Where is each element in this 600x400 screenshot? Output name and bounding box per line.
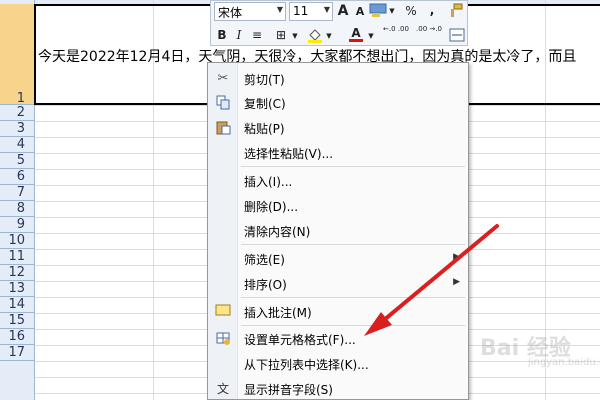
row-header[interactable]: 5 bbox=[0, 153, 34, 169]
font-color-dropdown-icon[interactable]: ▼ bbox=[367, 28, 375, 44]
align-center-icon[interactable]: ≡ bbox=[249, 27, 265, 43]
submenu-arrow-icon: ▶ bbox=[453, 252, 460, 262]
font-size-value: 11 bbox=[293, 4, 309, 18]
comma-button[interactable]: , bbox=[427, 2, 437, 18]
menu-item-paste[interactable]: 粘贴(P) bbox=[208, 118, 468, 138]
paste-icon bbox=[214, 119, 232, 137]
decrease-decimal-button[interactable]: .00 →.0 bbox=[414, 25, 444, 45]
format-cells-icon bbox=[214, 330, 232, 348]
row-header[interactable]: 4 bbox=[0, 137, 34, 153]
row-header[interactable]: 7 bbox=[0, 185, 34, 201]
menu-item-format-cells[interactable]: 设置单元格格式(F)... bbox=[208, 329, 468, 349]
menu-item-label: 选择性粘贴(V)... bbox=[244, 147, 334, 161]
font-family-value: 宋体 bbox=[218, 6, 243, 20]
menu-item-delete[interactable]: 删除(D)... bbox=[208, 196, 468, 216]
row-header[interactable]: 2 bbox=[0, 105, 34, 121]
copy-icon bbox=[214, 94, 232, 112]
menu-item-clear-contents[interactable]: 清除内容(N) bbox=[208, 221, 468, 241]
row-header[interactable]: 11 bbox=[0, 249, 34, 265]
menu-item-insert-comment[interactable]: 插入批注(M) bbox=[208, 302, 468, 322]
menu-item-label: 删除(D)... bbox=[244, 200, 299, 214]
menu-separator bbox=[241, 325, 465, 326]
fill-dropdown-icon[interactable]: ▼ bbox=[325, 28, 333, 44]
row-header[interactable]: 6 bbox=[0, 169, 34, 185]
borders-icon[interactable]: ⊞ bbox=[273, 27, 289, 43]
menu-item-label: 从下拉列表中选择(K)... bbox=[244, 358, 369, 372]
font-family-select[interactable]: 宋体 ▼ bbox=[214, 2, 286, 21]
menu-item-cut[interactable]: ✂ 剪切(T) bbox=[208, 69, 468, 89]
menu-separator bbox=[241, 297, 465, 298]
menu-item-show-phonetic[interactable]: 文 显示拼音字段(S) bbox=[208, 379, 468, 399]
menu-item-label: 显示拼音字段(S) bbox=[244, 383, 333, 397]
italic-button[interactable]: I bbox=[233, 27, 245, 43]
row-header[interactable]: 16 bbox=[0, 329, 34, 345]
row-header[interactable]: 10 bbox=[0, 233, 34, 249]
row-header[interactable]: 3 bbox=[0, 121, 34, 137]
menu-item-label: 清除内容(N) bbox=[244, 225, 311, 239]
row-header[interactable]: 12 bbox=[0, 265, 34, 281]
menu-item-pick-from-list[interactable]: 从下拉列表中选择(K)... bbox=[208, 354, 468, 374]
menu-item-copy[interactable]: 复制(C) bbox=[208, 93, 468, 113]
menu-separator bbox=[241, 166, 465, 167]
format-painter-icon[interactable] bbox=[447, 2, 465, 18]
currency-dropdown-icon[interactable]: ▼ bbox=[388, 3, 396, 19]
menu-item-filter[interactable]: 筛选(E) ▶ bbox=[208, 249, 468, 269]
chevron-down-icon: ▼ bbox=[276, 5, 283, 14]
row-header[interactable]: 13 bbox=[0, 281, 34, 297]
menu-item-label: 插入批注(M) bbox=[244, 306, 312, 320]
menu-item-label: 排序(O) bbox=[244, 278, 287, 292]
percent-button[interactable]: % bbox=[404, 3, 418, 19]
submenu-arrow-icon: ▶ bbox=[453, 277, 460, 287]
menu-separator bbox=[241, 244, 465, 245]
menu-item-label: 复制(C) bbox=[244, 97, 286, 111]
scissors-icon: ✂ bbox=[217, 71, 229, 86]
menu-item-label: 粘贴(P) bbox=[244, 122, 285, 136]
phonetic-icon: 文 bbox=[216, 382, 229, 396]
row-header-column: 1 2 3 4 5 6 7 8 9 10 11 12 13 14 15 16 1… bbox=[0, 0, 35, 400]
comment-icon bbox=[214, 303, 232, 321]
increase-decimal-button[interactable]: ←.0 .00 bbox=[381, 25, 411, 45]
fill-color-icon[interactable] bbox=[307, 27, 323, 43]
borders-dropdown-icon[interactable]: ▼ bbox=[291, 28, 299, 44]
menu-item-label: 设置单元格格式(F)... bbox=[244, 333, 356, 347]
row-header[interactable]: 14 bbox=[0, 297, 34, 313]
font-color-button[interactable]: A bbox=[349, 25, 363, 42]
font-size-select[interactable]: 11 ▼ bbox=[289, 2, 333, 21]
menu-item-label: 剪切(T) bbox=[244, 73, 285, 87]
menu-item-label: 插入(I)... bbox=[244, 175, 293, 189]
row-header[interactable]: 15 bbox=[0, 313, 34, 329]
menu-item-label: 筛选(E) bbox=[244, 253, 285, 267]
chevron-down-icon: ▼ bbox=[323, 5, 330, 14]
bold-button[interactable]: B bbox=[215, 27, 229, 43]
grow-font-button[interactable]: A bbox=[335, 3, 351, 19]
context-menu: ✂ 剪切(T) 复制(C) 粘贴(P) 选择性粘贴(V)... 插入(I)...… bbox=[207, 62, 469, 400]
format-money-icon[interactable] bbox=[369, 2, 387, 18]
merge-cells-icon[interactable] bbox=[449, 28, 465, 44]
menu-item-paste-special[interactable]: 选择性粘贴(V)... bbox=[208, 143, 468, 163]
watermark-url: jingyan.baidu.com bbox=[528, 357, 600, 368]
menu-item-sort[interactable]: 排序(O) ▶ bbox=[208, 274, 468, 294]
row-header[interactable]: 17 bbox=[0, 345, 34, 361]
shrink-font-button[interactable]: A bbox=[353, 4, 367, 20]
mini-toolbar: 宋体 ▼ 11 ▼ A A ▼ % , B I ≡ ⊞ ▼ ▼ A ▼ ←.0 … bbox=[210, 0, 468, 46]
row-header[interactable]: 8 bbox=[0, 201, 34, 217]
menu-item-insert[interactable]: 插入(I)... bbox=[208, 171, 468, 191]
row-header[interactable]: 1 bbox=[0, 4, 34, 106]
row-header[interactable]: 9 bbox=[0, 217, 34, 233]
